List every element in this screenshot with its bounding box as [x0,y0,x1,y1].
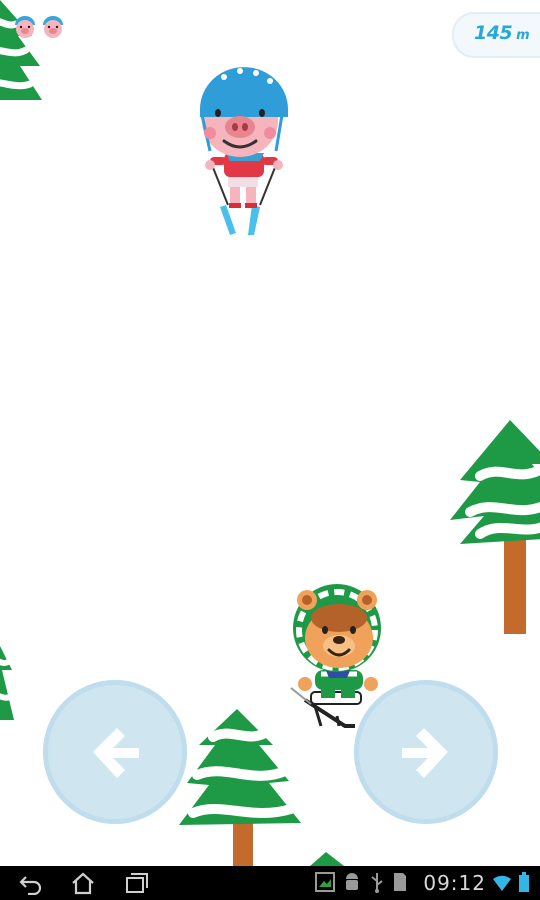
clock: 09:12 [423,871,486,895]
distance-counter: 145 m [452,12,540,58]
gallery-icon [315,872,335,892]
distance-text: 145 m [474,22,530,44]
pine-tree [310,852,344,866]
pig-skier-character [200,67,288,235]
steer-left-button[interactable] [43,680,187,824]
game-screen: 145 m [0,0,540,866]
system-bar: 09:12 [0,866,540,900]
distance-unit: m [516,28,530,43]
usb-icon [371,873,383,893]
wifi-icon [493,875,511,891]
steer-right-button[interactable] [354,680,498,824]
distance-value: 145 [474,22,513,44]
back-icon[interactable] [18,871,44,895]
home-icon[interactable] [70,871,96,895]
android-debug-icon [346,873,358,890]
pine-tree [450,420,540,634]
pig-life-icon [43,16,63,38]
battery-icon [519,872,529,892]
pig-life-icon [15,16,35,38]
arrow-left-icon [93,728,139,778]
recent-apps-icon[interactable] [124,871,150,895]
sd-card-icon [394,873,406,891]
pine-tree [0,646,15,720]
lives-indicator [12,14,66,40]
arrow-right-icon [402,728,448,778]
